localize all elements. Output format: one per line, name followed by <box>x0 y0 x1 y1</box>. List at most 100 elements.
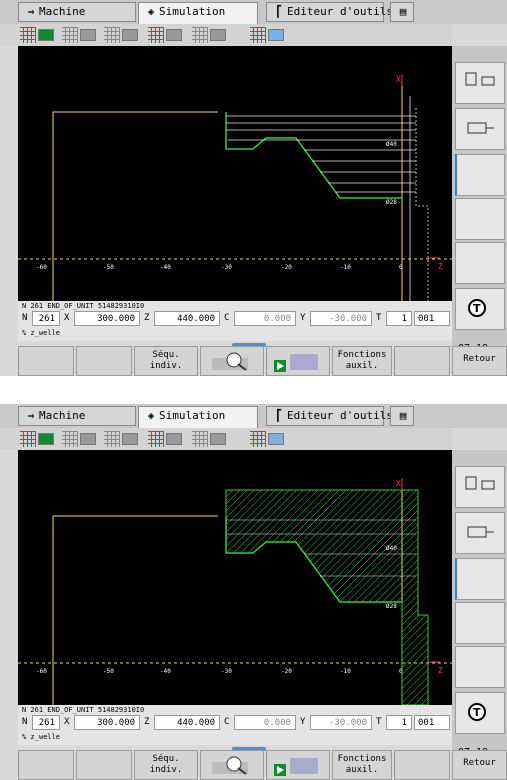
tick-label: -60 <box>36 668 47 675</box>
magnifier-icon <box>212 756 248 775</box>
tick-label: -10 <box>340 264 351 271</box>
dim-label-28: Ø28 <box>386 603 397 610</box>
right-softkey-5[interactable] <box>455 242 505 284</box>
tick-label: -40 <box>160 668 171 675</box>
zoom-button[interactable] <box>200 346 264 376</box>
view-grid-5-icon[interactable] <box>192 27 228 43</box>
tick-label: -30 <box>221 264 232 271</box>
view-grid-6-icon[interactable] <box>250 431 286 447</box>
view-grid-play-icon[interactable] <box>20 431 56 447</box>
view-grid-2-icon[interactable] <box>62 27 98 43</box>
contour-plot: X Z Ø40 Ø28 -60 -50 -40 -30 -20 -10 0 <box>18 74 452 301</box>
tab-save[interactable]: ▤ <box>390 2 414 22</box>
softkey-2[interactable] <box>76 346 132 376</box>
view-grid-4-icon[interactable] <box>148 431 184 447</box>
tool-holder-icon: ⎡ <box>275 409 283 422</box>
softkey-7[interactable] <box>394 750 450 780</box>
dim-label-40: Ø40 <box>386 545 397 552</box>
right-softkey-4[interactable] <box>455 198 505 240</box>
contour-plot: X Z Ø40 Ø28 -60 -50 -40 -30 -20 -10 0 <box>18 478 452 705</box>
right-softkey-panel: T <box>452 46 507 346</box>
play-icon <box>274 758 318 776</box>
dim-label-28: Ø28 <box>386 199 397 206</box>
tab-simulation[interactable]: ◈ Simulation <box>138 406 258 428</box>
x-axis-label: X <box>396 75 401 84</box>
right-softkey-panel: T <box>452 450 507 750</box>
lathe-view-button[interactable] <box>455 62 505 104</box>
arrow-right-icon: ⇒ <box>27 409 35 422</box>
axis-ticks: -60 -50 -40 -30 -20 -10 0 <box>36 668 403 675</box>
magnifier-icon <box>212 352 248 371</box>
right-softkey-4[interactable] <box>455 602 505 644</box>
tick-label: -10 <box>340 668 351 675</box>
block-line: N 261 END_OF_UNIT 514829310I0 <box>22 302 145 310</box>
x-axis-label: X <box>396 479 401 488</box>
right-softkey-3[interactable] <box>455 558 505 600</box>
view-grid-3-icon[interactable] <box>104 431 140 447</box>
tab-bar: ⇒ Machine ◈ Simulation ⎡ Editeur d'outils ▤ <box>0 0 507 24</box>
tick-label: -60 <box>36 264 47 271</box>
softkey-1[interactable] <box>18 346 74 376</box>
save-icon: ▤ <box>399 409 407 422</box>
tab-bar: ⇒ Machine ◈ Simulation ⎡ Editeur d'outils ▤ <box>0 404 507 428</box>
tool-holder-icon: ⎡ <box>275 5 283 18</box>
finished-contour <box>225 112 402 199</box>
simulation-screen-2: ⇒ Machine ◈ Simulation ⎡ Editeur d'outils ▤ <box>0 404 507 780</box>
view-toolbar <box>0 24 452 46</box>
tab-editeur-outils[interactable]: ⎡ Editeur d'outils <box>266 2 393 22</box>
svg-text:T: T <box>473 302 481 315</box>
view-grid-5-icon[interactable] <box>192 431 228 447</box>
auxiliary-functions-button[interactable]: Fonctions auxil. <box>332 750 392 780</box>
view-grid-6-icon[interactable] <box>250 27 286 43</box>
view-grid-4-icon[interactable] <box>148 27 184 43</box>
right-softkey-5[interactable] <box>455 646 505 688</box>
workpiece-outline <box>52 515 218 705</box>
start-simulation-button[interactable] <box>266 346 330 376</box>
arrow-right-icon: ⇒ <box>27 5 35 18</box>
tab-machine[interactable]: ⇒ Machine <box>18 406 136 426</box>
sequence-single-button[interactable]: Séqu. indiv. <box>134 346 198 376</box>
tick-label: 0 <box>399 668 403 675</box>
tab-simulation[interactable]: ◈ Simulation <box>138 2 258 24</box>
zoom-button[interactable] <box>200 750 264 780</box>
auxiliary-functions-button[interactable]: Fonctions auxil. <box>332 346 392 376</box>
simulation-graphic[interactable]: X Z Ø40 Ø28 -60 -50 -40 -30 -20 -10 0 <box>18 450 452 705</box>
program-name: % z_welle <box>22 733 60 741</box>
workpiece-outline <box>52 111 218 301</box>
tab-save[interactable]: ▤ <box>390 406 414 426</box>
view-grid-3-icon[interactable] <box>104 27 140 43</box>
retour-button[interactable]: Retour <box>452 750 507 780</box>
softkey-2[interactable] <box>76 750 132 780</box>
tool-T-button[interactable]: T <box>455 692 505 734</box>
retour-button[interactable]: Retour <box>452 346 507 376</box>
view-grid-2-icon[interactable] <box>62 431 98 447</box>
softkey-7[interactable] <box>394 346 450 376</box>
position-line: N 261 X 300.000 Z 440.000 C 0.000 Y -30.… <box>18 715 452 731</box>
tailstock-button[interactable] <box>455 108 505 150</box>
tick-label: -50 <box>103 668 114 675</box>
tick-label: -30 <box>221 668 232 675</box>
tick-label: -40 <box>160 264 171 271</box>
axis-ticks: -60 -50 -40 -30 -20 -10 0 <box>36 264 403 271</box>
tick-label: -20 <box>281 668 292 675</box>
tick-label: 0 <box>399 264 403 271</box>
z-axis-label: Z <box>438 262 443 271</box>
view-grid-play-icon[interactable] <box>20 27 56 43</box>
lathe-view-button[interactable] <box>455 466 505 508</box>
simulation-screen-1: ⇒ Machine ◈ Simulation ⎡ Editeur d'outils ▤ <box>0 0 507 376</box>
status-info: N 261 END_OF_UNIT 514829310I0 N 261 X 30… <box>18 301 452 341</box>
softkey-1[interactable] <box>18 750 74 780</box>
sequence-single-button[interactable]: Séqu. indiv. <box>134 750 198 780</box>
tailstock-button[interactable] <box>455 512 505 554</box>
tool-T-button[interactable]: T <box>455 288 505 330</box>
tab-editeur-outils[interactable]: ⎡ Editeur d'outils <box>266 406 393 426</box>
status-info: N 261 END_OF_UNIT 514829310I0 N 261 X 30… <box>18 705 452 745</box>
diamond-arrows-icon: ◈ <box>147 5 155 18</box>
simulation-graphic[interactable]: X Z Ø40 Ø28 -60 -50 -40 -30 -20 -10 0 <box>18 46 452 301</box>
save-icon: ▤ <box>399 5 407 18</box>
tick-label: -50 <box>103 264 114 271</box>
removed-material-hatch <box>225 489 429 705</box>
start-simulation-button[interactable] <box>266 750 330 780</box>
right-softkey-3[interactable] <box>455 154 505 196</box>
tab-machine[interactable]: ⇒ Machine <box>18 2 136 22</box>
